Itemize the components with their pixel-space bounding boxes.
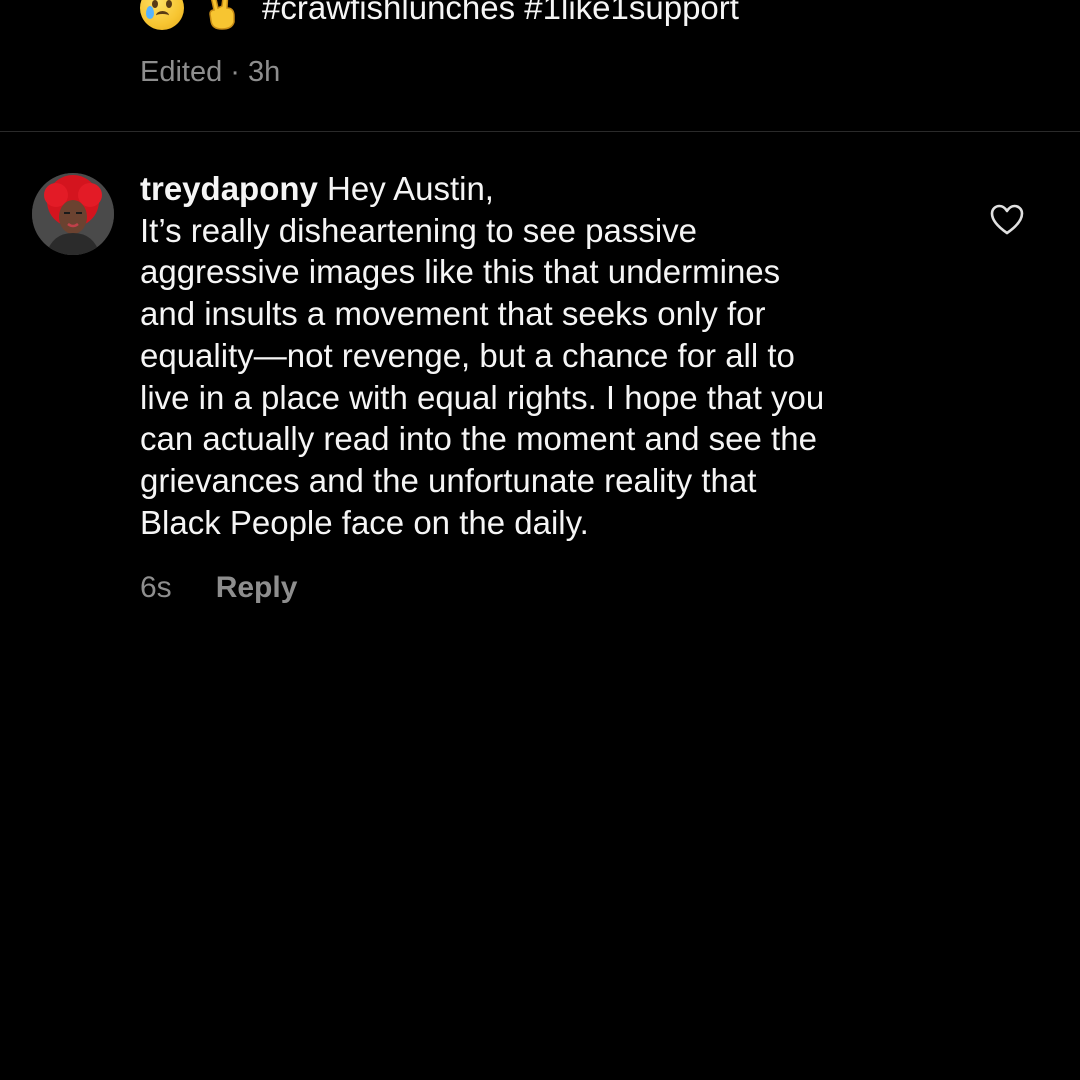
comment-actions: 6s Reply [140, 571, 297, 605]
caption-hashtags[interactable]: #crawfishlunches #1like1support [262, 0, 739, 28]
post-caption: #crawfishlunches #1like1support [140, 0, 739, 30]
avatar[interactable] [32, 173, 114, 255]
crying-face-icon [140, 0, 184, 30]
comment-line: It’s really disheartening to see passive [140, 211, 698, 249]
comment-text: treydapony Hey Austin, It’s really dishe… [140, 168, 940, 543]
victory-hand-icon [204, 0, 240, 30]
comment-first-line: Hey Austin, [327, 170, 494, 207]
comment-line: Black People face on the daily. [140, 503, 589, 541]
divider [0, 131, 1080, 132]
comment-line: and insults a movement that seeks only f… [140, 295, 766, 333]
comment-timestamp: 6s [140, 571, 172, 604]
edited-timestamp: Edited · 3h [140, 56, 281, 88]
comment-line: equality—not revenge, but a chance for a… [140, 336, 795, 374]
comment-username[interactable]: treydapony [140, 170, 318, 207]
comment-line: aggressive images like this that undermi… [140, 253, 781, 291]
comment-line: grievances and the unfortunate reality t… [140, 461, 757, 499]
comment-line: live in a place with equal rights. I hop… [140, 378, 825, 416]
heart-outline-icon[interactable] [990, 204, 1024, 236]
comment-line: can actually read into the moment and se… [140, 420, 817, 458]
reply-button[interactable]: Reply [216, 571, 298, 605]
